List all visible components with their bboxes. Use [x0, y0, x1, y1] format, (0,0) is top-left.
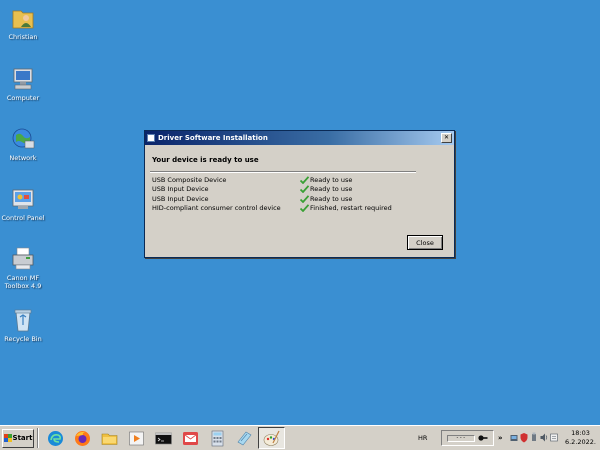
desktop-icon-label: Computer: [6, 94, 40, 102]
network-tray-icon[interactable]: [510, 432, 518, 443]
taskbar: Start HR - - - » 18:03 6.2.2022.: [0, 425, 600, 450]
user-folder-icon: [10, 5, 36, 31]
language-indicator[interactable]: HR: [418, 434, 427, 442]
control-panel-icon: [10, 186, 36, 212]
driver-install-dialog: Driver Software Installation ✕ Your devi…: [144, 130, 455, 258]
divider: [150, 171, 416, 173]
desktop-icon-label: Canon MF Toolbox 4.9: [4, 274, 42, 290]
device-name: USB Input Device: [152, 185, 209, 194]
device-name: HID-compliant consumer control device: [152, 204, 281, 213]
list-item: USB Input Device Ready to use: [152, 185, 432, 195]
close-button[interactable]: Close: [407, 235, 443, 250]
notification-icon[interactable]: [550, 432, 558, 443]
recycle-bin-icon: [10, 307, 36, 333]
device-list: USB Composite Device Ready to use USB In…: [152, 175, 432, 213]
taskbar-app-explorer[interactable]: [96, 427, 123, 449]
list-item: HID-compliant consumer control device Fi…: [152, 204, 432, 214]
taskbar-apps: [42, 427, 285, 449]
security-tray-icon[interactable]: [520, 432, 528, 443]
desktop-icon-canon-mf-toolbox[interactable]: Canon MF Toolbox 4.9: [0, 246, 46, 290]
mail-icon: [183, 431, 198, 445]
desktop-icon-label: Recycle Bin: [4, 335, 42, 343]
usb-tray-icon[interactable]: [530, 432, 538, 443]
taskbar-app-edge[interactable]: [42, 427, 69, 449]
volume-icon[interactable]: [540, 432, 548, 443]
window-icon: [147, 134, 155, 142]
notepad-icon: [237, 431, 252, 445]
media-player-icon: [129, 431, 144, 445]
dialog-titlebar[interactable]: Driver Software Installation ✕: [145, 131, 454, 145]
dialog-title: Driver Software Installation: [158, 134, 268, 142]
list-item: USB Input Device Ready to use: [152, 194, 432, 204]
desktop-icon-label: Christian: [8, 33, 38, 41]
file-explorer-icon: [101, 433, 118, 445]
desktop-icon-label: Control Panel: [1, 214, 45, 222]
toggle-icon: [478, 435, 488, 441]
device-name: USB Input Device: [152, 194, 209, 203]
progress-field: - - -: [446, 434, 475, 442]
clock-time: 18:03: [571, 429, 590, 437]
command-prompt-icon: [155, 432, 172, 444]
desktop-icon-computer[interactable]: Computer: [0, 66, 46, 102]
firefox-icon: [75, 430, 90, 446]
check-icon: [300, 194, 309, 203]
start-label: Start: [12, 434, 33, 442]
system-tray: [510, 432, 558, 443]
clock-date: 6.2.2022.: [564, 438, 596, 446]
taskbar-app-media-player[interactable]: [123, 427, 150, 449]
divider: [37, 428, 39, 448]
check-icon: [300, 185, 309, 194]
input-tray[interactable]: - - -: [441, 430, 494, 446]
show-hidden-icons-button[interactable]: »: [498, 434, 503, 442]
dialog-heading: Your device is ready to use: [152, 156, 259, 164]
taskbar-app-firefox[interactable]: [69, 427, 96, 449]
desktop-icon-christian[interactable]: Christian: [0, 5, 46, 41]
desktop-icon-recycle-bin[interactable]: Recycle Bin: [0, 307, 46, 343]
taskbar-app-calculator[interactable]: [204, 427, 231, 449]
check-icon: [300, 204, 309, 213]
windows-logo-icon: [3, 434, 12, 442]
calculator-icon: [211, 430, 224, 446]
device-status: Ready to use: [310, 194, 353, 203]
device-name: USB Composite Device: [152, 175, 227, 184]
printer-icon: [10, 246, 36, 272]
device-status: Ready to use: [310, 185, 353, 194]
taskbar-app-notepad[interactable]: [231, 427, 258, 449]
start-button[interactable]: Start: [2, 428, 34, 448]
edge-icon: [48, 430, 63, 446]
paint-icon: [263, 430, 280, 446]
taskbar-app-mail[interactable]: [177, 427, 204, 449]
taskbar-app-command-prompt[interactable]: [150, 427, 177, 449]
desktop-icon-control-panel[interactable]: Control Panel: [0, 186, 46, 222]
device-status: Ready to use: [310, 175, 353, 184]
device-status: Finished, restart required: [310, 204, 392, 213]
taskbar-app-paint[interactable]: [258, 427, 285, 449]
close-icon[interactable]: ✕: [441, 133, 452, 143]
desktop-icon-label: Network: [9, 154, 37, 162]
check-icon: [300, 175, 309, 184]
desktop-icon-network[interactable]: Network: [0, 126, 46, 162]
clock[interactable]: 18:03 6.2.2022.: [565, 429, 596, 447]
computer-icon: [10, 66, 36, 92]
list-item: USB Composite Device Ready to use: [152, 175, 432, 185]
network-icon: [10, 126, 36, 152]
